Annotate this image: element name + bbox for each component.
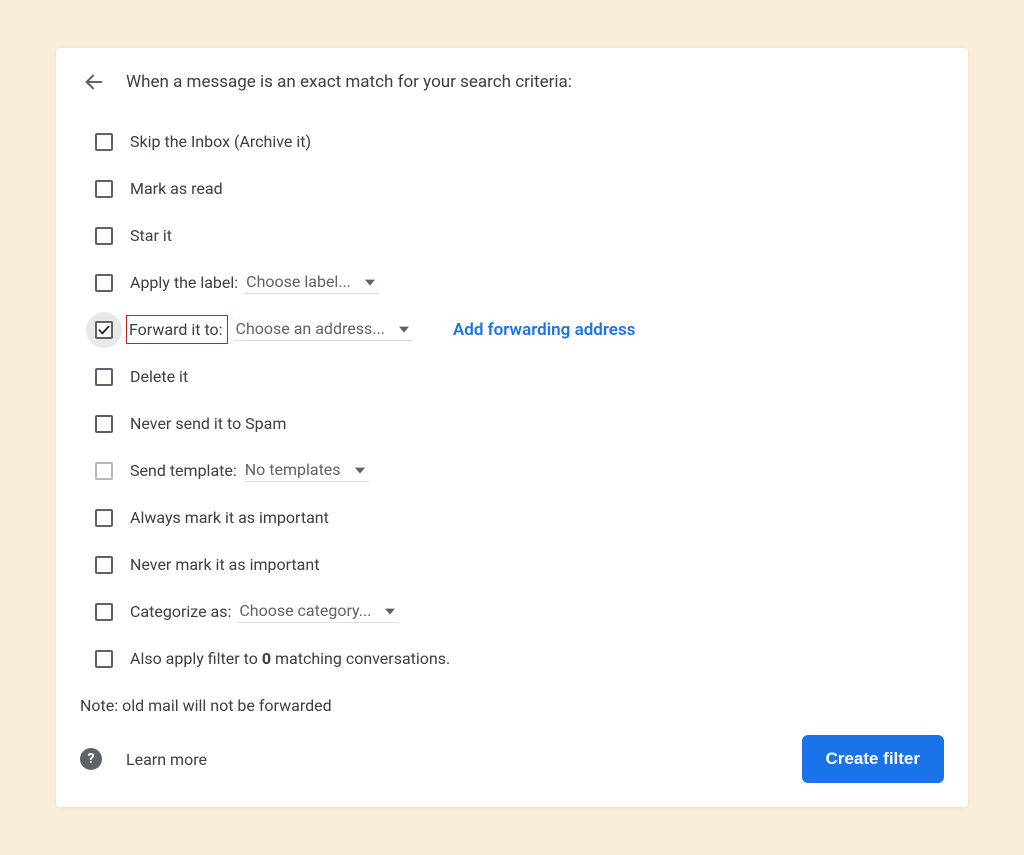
dropdown-choose-address[interactable]: Choose an address... <box>234 319 413 341</box>
checkbox-star[interactable] <box>95 227 113 245</box>
checkbox-always-important[interactable] <box>95 509 113 527</box>
label-delete: Delete it <box>130 367 188 386</box>
label-never-spam: Never send it to Spam <box>130 414 286 433</box>
option-always-important: Always mark it as important <box>80 494 944 541</box>
option-mark-read: Mark as read <box>80 165 944 212</box>
option-categorize: Categorize as: Choose category... <box>80 588 944 635</box>
label-always-important: Always mark it as important <box>130 508 329 527</box>
dropdown-choose-label[interactable]: Choose label... <box>244 272 379 294</box>
checkbox-never-important[interactable] <box>95 556 113 574</box>
label-also-apply: Also apply filter to 0 matching conversa… <box>130 649 450 668</box>
dropdown-no-templates[interactable]: No templates <box>243 460 369 482</box>
checkbox-skip-inbox[interactable] <box>95 133 113 151</box>
checkbox-focus-ring <box>86 312 122 348</box>
footer: ? Learn more Create filter <box>80 735 944 783</box>
also-apply-post: matching conversations. <box>271 649 450 668</box>
label-apply-label: Apply the label: <box>130 273 238 292</box>
header-row: When a message is an exact match for you… <box>80 68 944 96</box>
label-send-template: Send template: <box>130 461 237 480</box>
also-apply-count: 0 <box>262 649 271 668</box>
checkbox-send-template[interactable] <box>95 462 113 480</box>
check-icon <box>97 323 111 337</box>
option-skip-inbox: Skip the Inbox (Archive it) <box>80 118 944 165</box>
label-never-important: Never mark it as important <box>130 555 319 574</box>
filter-actions-panel: When a message is an exact match for you… <box>56 48 968 807</box>
dropdown-choose-address-text: Choose an address... <box>236 319 385 338</box>
dropdown-choose-category-text: Choose category... <box>239 601 371 620</box>
caret-down-icon <box>385 609 395 615</box>
option-delete: Delete it <box>80 353 944 400</box>
options-list: Skip the Inbox (Archive it) Mark as read… <box>80 118 944 682</box>
label-star: Star it <box>130 226 172 245</box>
dropdown-choose-category[interactable]: Choose category... <box>237 601 399 623</box>
option-never-spam: Never send it to Spam <box>80 400 944 447</box>
add-forwarding-address-link[interactable]: Add forwarding address <box>453 320 636 340</box>
option-star: Star it <box>80 212 944 259</box>
label-mark-read: Mark as read <box>130 179 223 198</box>
option-never-important: Never mark it as important <box>80 541 944 588</box>
back-button[interactable] <box>80 68 108 96</box>
label-categorize: Categorize as: <box>130 602 231 621</box>
checkbox-also-apply[interactable] <box>95 650 113 668</box>
checkbox-delete[interactable] <box>95 368 113 386</box>
option-send-template: Send template: No templates <box>80 447 944 494</box>
checkbox-never-spam[interactable] <box>95 415 113 433</box>
option-apply-label: Apply the label: Choose label... <box>80 259 944 306</box>
option-forward: Forward it to: Choose an address... Add … <box>80 306 944 353</box>
create-filter-button[interactable]: Create filter <box>802 735 944 783</box>
dropdown-choose-label-text: Choose label... <box>246 272 351 291</box>
note-text: Note: old mail will not be forwarded <box>80 696 944 715</box>
help-icon[interactable]: ? <box>80 748 102 770</box>
checkbox-forward[interactable] <box>95 321 113 339</box>
dropdown-no-templates-text: No templates <box>245 460 341 479</box>
label-forward: Forward it to: <box>126 315 228 344</box>
caret-down-icon <box>355 468 365 474</box>
checkbox-mark-read[interactable] <box>95 180 113 198</box>
also-apply-pre: Also apply filter to <box>130 649 262 668</box>
checkbox-categorize[interactable] <box>95 603 113 621</box>
learn-more-link[interactable]: Learn more <box>126 750 207 769</box>
checkbox-apply-label[interactable] <box>95 274 113 292</box>
arrow-left-icon <box>83 71 105 93</box>
label-skip-inbox: Skip the Inbox (Archive it) <box>130 132 311 151</box>
option-also-apply: Also apply filter to 0 matching conversa… <box>80 635 944 682</box>
caret-down-icon <box>365 280 375 286</box>
caret-down-icon <box>399 327 409 333</box>
header-title: When a message is an exact match for you… <box>126 72 572 92</box>
footer-left: ? Learn more <box>80 748 207 770</box>
